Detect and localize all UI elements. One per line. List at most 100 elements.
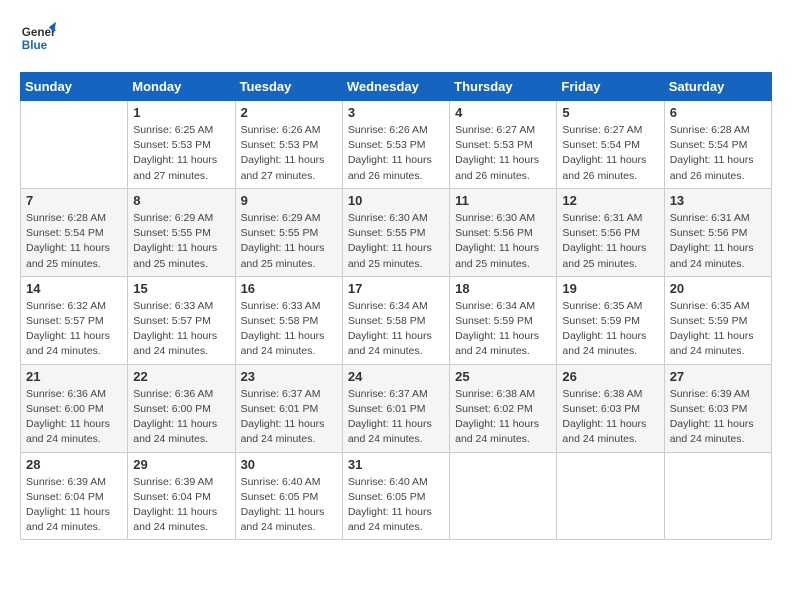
day-info: Sunrise: 6:27 AM Sunset: 5:54 PM Dayligh… <box>562 123 658 184</box>
day-info: Sunrise: 6:35 AM Sunset: 5:59 PM Dayligh… <box>562 299 658 360</box>
day-number: 12 <box>562 193 658 208</box>
calendar-cell: 27 Sunrise: 6:39 AM Sunset: 6:03 PM Dayli… <box>664 364 771 452</box>
day-number: 14 <box>26 281 122 296</box>
day-number: 31 <box>348 457 444 472</box>
calendar-week-row: 7 Sunrise: 6:28 AM Sunset: 5:54 PM Daylig… <box>21 188 772 276</box>
day-info: Sunrise: 6:25 AM Sunset: 5:53 PM Dayligh… <box>133 123 229 184</box>
svg-text:Blue: Blue <box>22 39 48 52</box>
day-info: Sunrise: 6:31 AM Sunset: 5:56 PM Dayligh… <box>670 211 766 272</box>
calendar-week-row: 14Sunrise: 6:32 AM Sunset: 5:57 PM Dayli… <box>21 276 772 364</box>
day-info: Sunrise: 6:29 AM Sunset: 5:55 PM Dayligh… <box>133 211 229 272</box>
day-info: Sunrise: 6:38 AM Sunset: 6:03 PM Dayligh… <box>562 387 658 448</box>
calendar-cell: 1 Sunrise: 6:25 AM Sunset: 5:53 PM Daylig… <box>128 101 235 189</box>
calendar-cell: 16 Sunrise: 6:33 AM Sunset: 5:58 PM Dayli… <box>235 276 342 364</box>
day-number: 1 <box>133 105 229 120</box>
day-number: 21 <box>26 369 122 384</box>
calendar-cell <box>557 452 664 540</box>
day-info: Sunrise: 6:35 AM Sunset: 5:59 PM Dayligh… <box>670 299 766 360</box>
calendar-header-monday: Monday <box>128 73 235 101</box>
calendar-cell: 24 Sunrise: 6:37 AM Sunset: 6:01 PM Dayli… <box>342 364 449 452</box>
day-number: 30 <box>241 457 337 472</box>
calendar-header-tuesday: Tuesday <box>235 73 342 101</box>
calendar-header-saturday: Saturday <box>664 73 771 101</box>
calendar-cell: 4Sunrise: 6:27 AM Sunset: 5:53 PM Daylig… <box>450 101 557 189</box>
calendar-cell: 30 Sunrise: 6:40 AM Sunset: 6:05 PM Dayli… <box>235 452 342 540</box>
day-info: Sunrise: 6:36 AM Sunset: 6:00 PM Dayligh… <box>26 387 122 448</box>
day-info: Sunrise: 6:28 AM Sunset: 5:54 PM Dayligh… <box>26 211 122 272</box>
calendar-cell <box>664 452 771 540</box>
day-number: 3 <box>348 105 444 120</box>
day-info: Sunrise: 6:39 AM Sunset: 6:03 PM Dayligh… <box>670 387 766 448</box>
day-number: 29 <box>133 457 229 472</box>
calendar-cell: 26 Sunrise: 6:38 AM Sunset: 6:03 PM Dayli… <box>557 364 664 452</box>
calendar-header-row: SundayMondayTuesdayWednesdayThursdayFrid… <box>21 73 772 101</box>
calendar-cell: 28 Sunrise: 6:39 AM Sunset: 6:04 PM Dayli… <box>21 452 128 540</box>
day-number: 20 <box>670 281 766 296</box>
calendar-cell: 9 Sunrise: 6:29 AM Sunset: 5:55 PM Daylig… <box>235 188 342 276</box>
day-number: 27 <box>670 369 766 384</box>
calendar-body: 1 Sunrise: 6:25 AM Sunset: 5:53 PM Daylig… <box>21 101 772 540</box>
calendar-cell: 11 Sunrise: 6:30 AM Sunset: 5:56 PM Dayli… <box>450 188 557 276</box>
calendar-cell: 18 Sunrise: 6:34 AM Sunset: 5:59 PM Dayli… <box>450 276 557 364</box>
calendar-week-row: 1 Sunrise: 6:25 AM Sunset: 5:53 PM Daylig… <box>21 101 772 189</box>
day-info: Sunrise: 6:39 AM Sunset: 6:04 PM Dayligh… <box>133 475 229 536</box>
day-number: 13 <box>670 193 766 208</box>
calendar-week-row: 28 Sunrise: 6:39 AM Sunset: 6:04 PM Dayli… <box>21 452 772 540</box>
day-info: Sunrise: 6:34 AM Sunset: 5:59 PM Dayligh… <box>455 299 551 360</box>
day-info: Sunrise: 6:33 AM Sunset: 5:58 PM Dayligh… <box>241 299 337 360</box>
day-number: 11 <box>455 193 551 208</box>
calendar-week-row: 21 Sunrise: 6:36 AM Sunset: 6:00 PM Dayli… <box>21 364 772 452</box>
day-info: Sunrise: 6:28 AM Sunset: 5:54 PM Dayligh… <box>670 123 766 184</box>
calendar-header-thursday: Thursday <box>450 73 557 101</box>
calendar-table: SundayMondayTuesdayWednesdayThursdayFrid… <box>20 72 772 540</box>
day-info: Sunrise: 6:37 AM Sunset: 6:01 PM Dayligh… <box>241 387 337 448</box>
day-number: 9 <box>241 193 337 208</box>
calendar-cell <box>450 452 557 540</box>
calendar-cell: 6 Sunrise: 6:28 AM Sunset: 5:54 PM Daylig… <box>664 101 771 189</box>
day-number: 19 <box>562 281 658 296</box>
day-number: 2 <box>241 105 337 120</box>
calendar-cell: 22Sunrise: 6:36 AM Sunset: 6:00 PM Dayli… <box>128 364 235 452</box>
calendar-cell <box>21 101 128 189</box>
calendar-cell: 12 Sunrise: 6:31 AM Sunset: 5:56 PM Dayli… <box>557 188 664 276</box>
day-number: 6 <box>670 105 766 120</box>
day-number: 28 <box>26 457 122 472</box>
calendar-header-wednesday: Wednesday <box>342 73 449 101</box>
calendar-cell: 13 Sunrise: 6:31 AM Sunset: 5:56 PM Dayli… <box>664 188 771 276</box>
day-info: Sunrise: 6:39 AM Sunset: 6:04 PM Dayligh… <box>26 475 122 536</box>
calendar-cell: 25Sunrise: 6:38 AM Sunset: 6:02 PM Dayli… <box>450 364 557 452</box>
header: General Blue <box>20 20 772 56</box>
calendar-cell: 17 Sunrise: 6:34 AM Sunset: 5:58 PM Dayli… <box>342 276 449 364</box>
calendar-cell: 7 Sunrise: 6:28 AM Sunset: 5:54 PM Daylig… <box>21 188 128 276</box>
day-info: Sunrise: 6:26 AM Sunset: 5:53 PM Dayligh… <box>348 123 444 184</box>
day-number: 10 <box>348 193 444 208</box>
logo-icon: General Blue <box>20 20 56 56</box>
day-number: 24 <box>348 369 444 384</box>
day-number: 16 <box>241 281 337 296</box>
day-info: Sunrise: 6:30 AM Sunset: 5:56 PM Dayligh… <box>455 211 551 272</box>
day-number: 26 <box>562 369 658 384</box>
day-info: Sunrise: 6:37 AM Sunset: 6:01 PM Dayligh… <box>348 387 444 448</box>
calendar-cell: 29 Sunrise: 6:39 AM Sunset: 6:04 PM Dayli… <box>128 452 235 540</box>
day-info: Sunrise: 6:31 AM Sunset: 5:56 PM Dayligh… <box>562 211 658 272</box>
calendar-cell: 5 Sunrise: 6:27 AM Sunset: 5:54 PM Daylig… <box>557 101 664 189</box>
calendar-cell: 10Sunrise: 6:30 AM Sunset: 5:55 PM Dayli… <box>342 188 449 276</box>
day-number: 22 <box>133 369 229 384</box>
day-number: 18 <box>455 281 551 296</box>
calendar-header-sunday: Sunday <box>21 73 128 101</box>
day-info: Sunrise: 6:40 AM Sunset: 6:05 PM Dayligh… <box>348 475 444 536</box>
day-info: Sunrise: 6:34 AM Sunset: 5:58 PM Dayligh… <box>348 299 444 360</box>
day-info: Sunrise: 6:40 AM Sunset: 6:05 PM Dayligh… <box>241 475 337 536</box>
logo: General Blue <box>20 20 60 56</box>
day-info: Sunrise: 6:26 AM Sunset: 5:53 PM Dayligh… <box>241 123 337 184</box>
day-number: 7 <box>26 193 122 208</box>
day-number: 5 <box>562 105 658 120</box>
calendar-cell: 3 Sunrise: 6:26 AM Sunset: 5:53 PM Daylig… <box>342 101 449 189</box>
calendar-cell: 14Sunrise: 6:32 AM Sunset: 5:57 PM Dayli… <box>21 276 128 364</box>
calendar-cell: 23 Sunrise: 6:37 AM Sunset: 6:01 PM Dayli… <box>235 364 342 452</box>
calendar-cell: 20 Sunrise: 6:35 AM Sunset: 5:59 PM Dayli… <box>664 276 771 364</box>
day-number: 17 <box>348 281 444 296</box>
day-info: Sunrise: 6:29 AM Sunset: 5:55 PM Dayligh… <box>241 211 337 272</box>
day-number: 4 <box>455 105 551 120</box>
day-number: 23 <box>241 369 337 384</box>
